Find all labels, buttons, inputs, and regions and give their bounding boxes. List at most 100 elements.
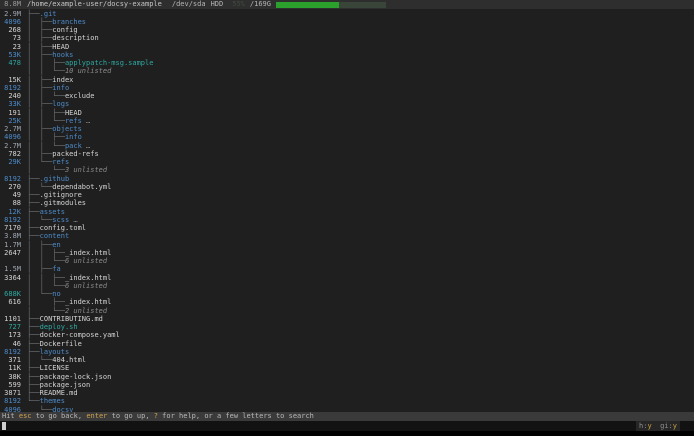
device-name: /dev/sda xyxy=(172,0,206,9)
file-name: _index.html xyxy=(65,298,111,306)
bottom-gap xyxy=(0,431,694,436)
file-name: exclude xyxy=(65,92,95,100)
file-name: _index.html xyxy=(65,274,111,282)
tree-row[interactable]: 3364│ │ ├──_index.html xyxy=(0,274,694,282)
tree-row[interactable]: 727├──deploy.sh xyxy=(0,323,694,331)
tree-row[interactable]: 73 │ ├──description xyxy=(0,34,694,42)
tree-row[interactable]: 8192├──layouts xyxy=(0,348,694,356)
tree-row[interactable]: │ │ └──6 unlisted xyxy=(0,257,694,265)
file-name: description xyxy=(52,34,98,42)
tree-row[interactable]: 12K├──assets xyxy=(0,208,694,216)
tree-row[interactable]: 191│ │ ├──HEAD xyxy=(0,109,694,117)
tree-branch: │ └── xyxy=(27,356,52,364)
tree-row[interactable]: 599├──package.json xyxy=(0,381,694,389)
tree-branch: │ │ └── xyxy=(27,92,65,100)
tree-row[interactable]: 29K│ └──refs xyxy=(0,158,694,166)
tree-branch: │ ├── xyxy=(27,34,52,42)
tree-branch: │ ├── xyxy=(27,298,65,306)
tree-row[interactable]: 8192│ └──scss … xyxy=(0,216,694,224)
tree-row[interactable]: │ └──3 unlisted xyxy=(0,166,694,174)
tree-row[interactable]: 4096│ │ ├──info xyxy=(0,133,694,141)
tree-row[interactable]: 38K├──package-lock.json xyxy=(0,373,694,381)
tree-row[interactable]: 268│ ├──config xyxy=(0,26,694,34)
tree-row[interactable]: 3.8M├──content xyxy=(0,232,694,240)
tree-branch: ├── xyxy=(27,381,40,389)
tree-row[interactable]: 1.7M│ ├──en xyxy=(0,241,694,249)
tree-row[interactable]: │ │ └──6 unlisted xyxy=(0,282,694,290)
tree-row[interactable]: 240│ │ └──exclude xyxy=(0,92,694,100)
tree-row[interactable]: 8192├──.github xyxy=(0,175,694,183)
tree-row[interactable]: │ └──2 unlisted xyxy=(0,307,694,315)
tree-row[interactable]: 49├──.gitignore xyxy=(0,191,694,199)
tree-row[interactable]: 2647│ │ ├──_index.html xyxy=(0,249,694,257)
tree-branch: │ │ └── xyxy=(27,257,65,265)
tree-row[interactable]: 1101├──CONTRIBUTING.md xyxy=(0,315,694,323)
tree-row[interactable]: 782│ ├──packed-refs xyxy=(0,150,694,158)
disk-total-size: /169G xyxy=(250,0,271,9)
tree-branch: │ └── xyxy=(27,216,52,224)
file-name: deploy.sh xyxy=(40,323,78,331)
tree-row[interactable]: 8192└──themes xyxy=(0,397,694,405)
tree-branch: │ ├── xyxy=(27,265,52,273)
tree-row[interactable]: 616 │ ├──_index.html xyxy=(0,298,694,306)
tree-branch: │ ├── xyxy=(27,43,52,51)
file-size: 4096 xyxy=(0,18,21,26)
tree-row[interactable]: 53K│ ├──hooks xyxy=(0,51,694,59)
tree-row[interactable]: 33K│ ├──logs xyxy=(0,100,694,108)
file-size: 8192 xyxy=(0,175,21,183)
file-name: LICENSE xyxy=(40,364,70,372)
file-size: 73 xyxy=(0,34,21,42)
key-hint: esc xyxy=(19,412,32,420)
truncation-ellipsis: … xyxy=(82,117,90,125)
tree-row[interactable]: 8192│ ├──info xyxy=(0,84,694,92)
dir-name: en xyxy=(52,241,60,249)
file-size xyxy=(0,307,21,315)
file-name: index xyxy=(52,76,73,84)
tree-row[interactable]: 11K├──LICENSE xyxy=(0,364,694,372)
file-name: dependabot.yml xyxy=(52,183,111,191)
tree-row[interactable]: 7170├──config.toml xyxy=(0,224,694,232)
unlisted-label: 2 unlisted xyxy=(65,307,107,315)
tree-branch: │ │ ├── xyxy=(27,59,65,67)
unlisted-label: 6 unlisted xyxy=(65,257,107,265)
file-size: 4096 xyxy=(0,133,21,141)
tree-row[interactable]: 25K│ │ └──refs … xyxy=(0,117,694,125)
search-input[interactable]: h:y gi:y xyxy=(0,421,694,431)
file-size: 2.7M xyxy=(0,142,21,150)
file-size: 8192 xyxy=(0,84,21,92)
tree-row[interactable]: 688K│ └──no xyxy=(0,290,694,298)
tree-branch: ├── xyxy=(27,331,40,339)
tree-row[interactable]: 270│ └──dependabot.yml xyxy=(0,183,694,191)
tree-row[interactable]: 478│ │ ├──applypatch-msg.sample xyxy=(0,59,694,67)
tree-row[interactable]: 1.5M│ ├──fa xyxy=(0,265,694,273)
tree-row[interactable]: 371│ └──404.html xyxy=(0,356,694,364)
tree-row[interactable]: 88├──.gitmodules xyxy=(0,199,694,207)
dir-name: refs xyxy=(52,158,69,166)
tree-row[interactable]: 2.7M│ │ └──pack … xyxy=(0,142,694,150)
tree-branch: │ └── xyxy=(27,307,65,315)
file-size: 15K xyxy=(0,76,21,84)
tree-branch: │ └── xyxy=(27,166,65,174)
file-size xyxy=(0,282,21,290)
tree-branch: │ ├── xyxy=(27,241,52,249)
file-size: 1101 xyxy=(0,315,21,323)
disk-usage-gauge-fill xyxy=(276,2,339,8)
tree-row[interactable]: 15K│ ├──index xyxy=(0,76,694,84)
file-size xyxy=(0,166,21,174)
status-hint: to go up, xyxy=(107,412,153,420)
header-row[interactable]: 8.8M /home/example-user/docsy-example /d… xyxy=(0,0,694,9)
tree-row[interactable]: 3871├──README.md xyxy=(0,389,694,397)
tree-row[interactable]: │ │ └──10 unlisted xyxy=(0,67,694,75)
tree-row[interactable]: 2.7M│ ├──objects xyxy=(0,125,694,133)
file-size: 616 xyxy=(0,298,21,306)
tree-row[interactable]: 46├──Dockerfile xyxy=(0,340,694,348)
file-size: 53K xyxy=(0,51,21,59)
unlisted-label: 10 unlisted xyxy=(65,67,111,75)
disk-info: /dev/sda HDD 55% /169G xyxy=(172,0,386,9)
tree-row[interactable]: 4096│ ├──branches xyxy=(0,18,694,26)
tree-row[interactable]: 2.9M├──.git xyxy=(0,10,694,18)
tree-row[interactable]: 173├──docker-compose.yaml xyxy=(0,331,694,339)
tree-branch: │ ├── xyxy=(27,150,52,158)
tree-row[interactable]: 23│ ├──HEAD xyxy=(0,43,694,51)
dir-name: objects xyxy=(52,125,82,133)
